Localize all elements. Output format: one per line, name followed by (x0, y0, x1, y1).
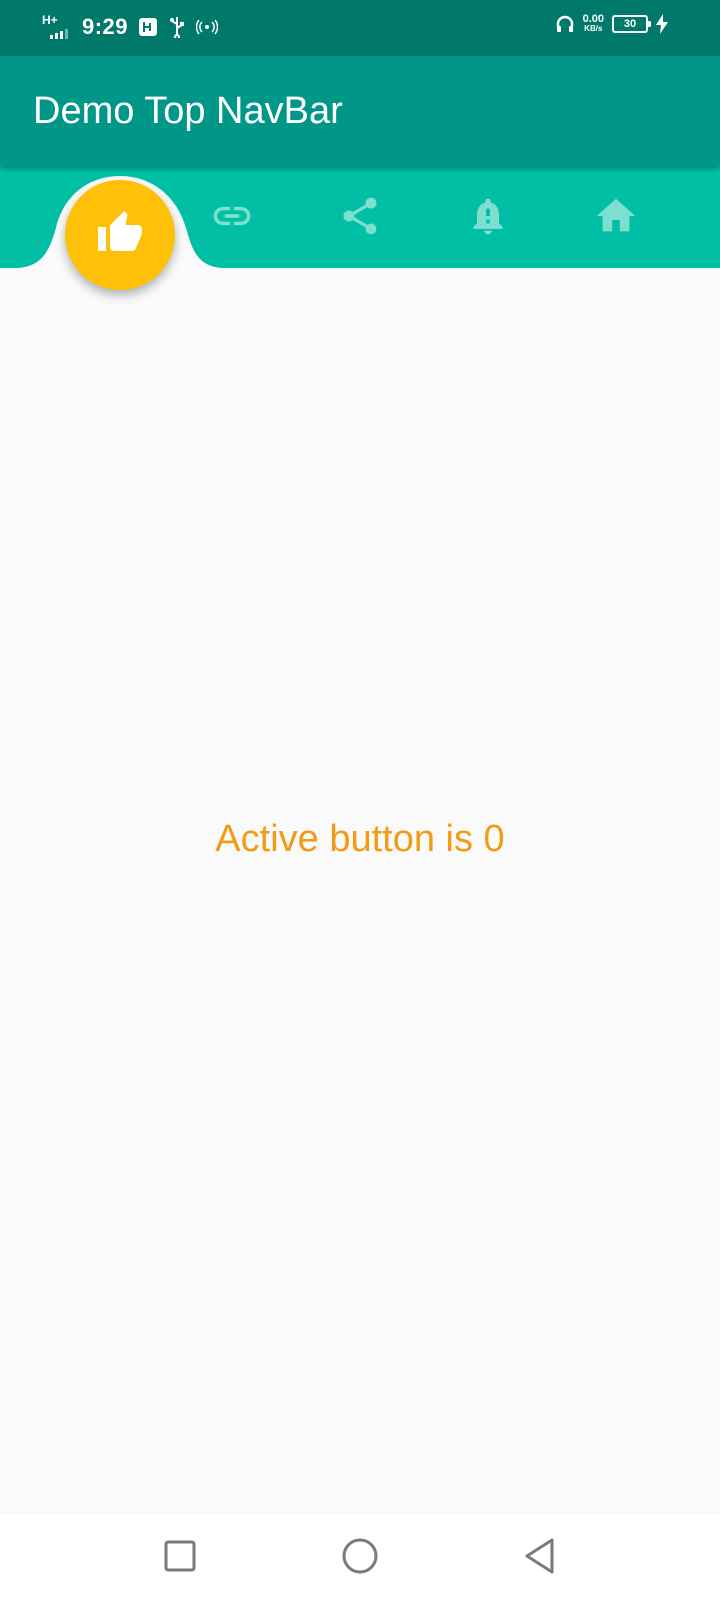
home-icon (593, 193, 639, 244)
nav-item-notification[interactable] (464, 194, 512, 242)
network-speed: 0.00 KB/s (583, 14, 604, 34)
status-time: 9:29 (82, 14, 129, 39)
nav-item-like[interactable] (65, 180, 175, 290)
active-button-status: Active button is 0 (215, 818, 505, 860)
nav-item-share[interactable] (336, 194, 384, 242)
app-bar: Demo Top NavBar (0, 56, 720, 166)
square-icon (163, 1539, 197, 1578)
headphones-icon (555, 14, 575, 34)
nav-item-home[interactable] (592, 194, 640, 242)
network-type: H+ (42, 13, 58, 27)
battery-icon: 30 (612, 15, 651, 33)
notification-important-icon (466, 194, 510, 243)
circle-icon (341, 1537, 379, 1580)
charging-icon (656, 14, 668, 34)
status-bar: H+ 9:29 0.00 KB/s 30 (0, 0, 720, 56)
back-triangle-icon (522, 1537, 558, 1580)
hotspot-icon (196, 18, 219, 36)
speed-value: 0.00 (582, 13, 604, 25)
thumb-up-icon (96, 209, 144, 262)
recents-button[interactable] (156, 1534, 204, 1582)
system-nav-bar (0, 1514, 720, 1600)
speed-unit: KB/s (584, 24, 603, 33)
usb-debug-icon (138, 17, 158, 37)
signal-icon: H+ (42, 14, 72, 40)
home-button[interactable] (336, 1534, 384, 1582)
link-icon (210, 194, 254, 243)
battery-level: 30 (623, 18, 637, 30)
back-button[interactable] (516, 1534, 564, 1582)
share-icon (338, 194, 382, 243)
app-title: Demo Top NavBar (33, 90, 343, 132)
nav-item-link[interactable] (208, 194, 256, 242)
usb-icon (168, 16, 186, 38)
